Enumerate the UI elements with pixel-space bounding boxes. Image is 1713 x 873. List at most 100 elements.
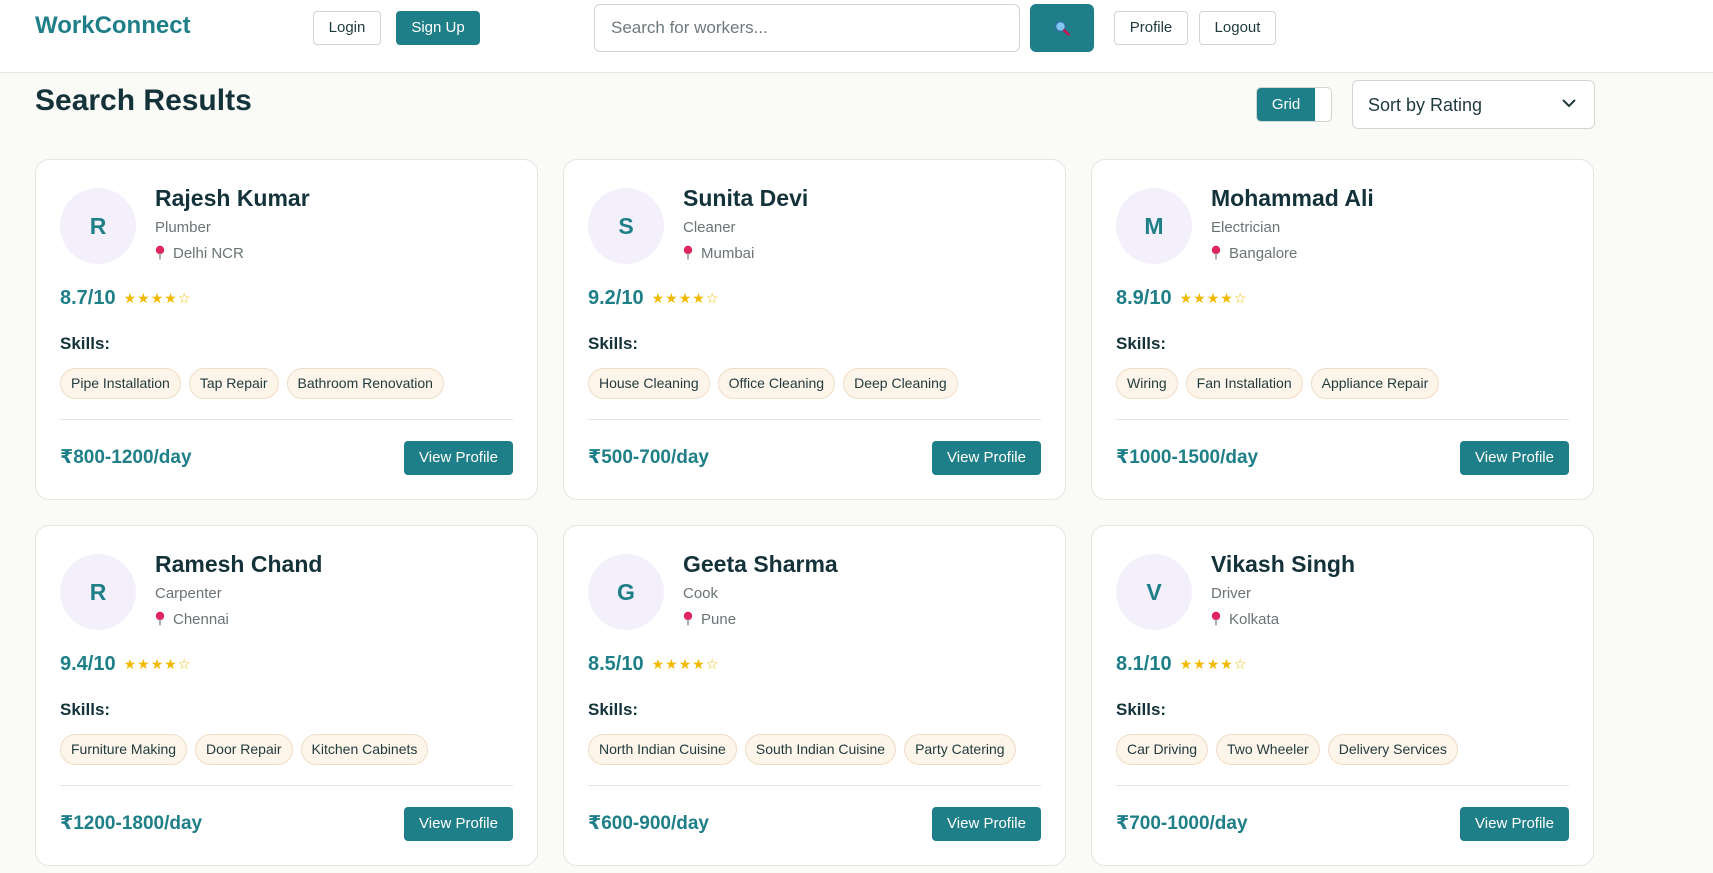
search-icon bbox=[1054, 20, 1070, 36]
skills-list: Car Driving Two Wheeler Delivery Service… bbox=[1116, 734, 1458, 765]
card-divider bbox=[60, 419, 513, 420]
worker-name[interactable]: Geeta Sharma bbox=[683, 551, 838, 578]
location-pin-icon bbox=[155, 611, 165, 626]
view-profile-button[interactable]: View Profile bbox=[1460, 807, 1569, 841]
worker-role: Driver bbox=[1211, 585, 1251, 602]
card-divider bbox=[1116, 785, 1569, 786]
rating-row: 8.9/10 ★★★★☆ bbox=[1116, 287, 1247, 310]
location-text: Kolkata bbox=[1229, 611, 1280, 628]
worker-card: V Vikash Singh Driver Kolkata 8.1/10 ★★★★… bbox=[1091, 525, 1594, 866]
chevron-down-icon bbox=[1562, 99, 1576, 108]
rating-row: 8.5/10 ★★★★☆ bbox=[588, 653, 719, 676]
skills-label: Skills: bbox=[60, 700, 111, 719]
skill-chip: House Cleaning bbox=[588, 368, 710, 399]
view-profile-button[interactable]: View Profile bbox=[932, 807, 1041, 841]
worker-location: Pune bbox=[683, 611, 736, 628]
sort-select[interactable]: Sort by Rating bbox=[1352, 80, 1595, 129]
star-rating-icon: ★★★★☆ bbox=[1179, 290, 1248, 307]
skills-list: Pipe Installation Tap Repair Bathroom Re… bbox=[60, 368, 444, 399]
worker-location: Bangalore bbox=[1211, 245, 1297, 262]
location-text: Chennai bbox=[173, 611, 229, 628]
search-button[interactable] bbox=[1030, 4, 1094, 52]
worker-name[interactable]: Mohammad Ali bbox=[1211, 185, 1374, 212]
skill-chip: Fan Installation bbox=[1185, 368, 1303, 399]
worker-name[interactable]: Vikash Singh bbox=[1211, 551, 1355, 578]
search-input[interactable] bbox=[594, 4, 1020, 52]
worker-name[interactable]: Ramesh Chand bbox=[155, 551, 322, 578]
view-toggle[interactable]: Grid bbox=[1256, 87, 1332, 122]
skill-chip: Wiring bbox=[1116, 368, 1178, 399]
skills-label: Skills: bbox=[1116, 334, 1167, 353]
worker-card: R Ramesh Chand Carpenter Chennai 9.4/10 ★… bbox=[35, 525, 538, 866]
rating-score: 8.1/10 bbox=[1116, 653, 1172, 675]
skills-label: Skills: bbox=[60, 334, 111, 353]
rating-row: 8.1/10 ★★★★☆ bbox=[1116, 653, 1247, 676]
brand-logo[interactable]: WorkConnect bbox=[35, 12, 191, 40]
star-rating-icon: ★★★★☆ bbox=[651, 656, 720, 673]
skills-label: Skills: bbox=[1116, 700, 1167, 719]
avatar: R bbox=[60, 188, 136, 264]
skill-chip: Deep Cleaning bbox=[843, 368, 958, 399]
login-button[interactable]: Login bbox=[313, 11, 381, 45]
price-rate: ₹1000-1500/day bbox=[1116, 447, 1259, 468]
skills-list: House Cleaning Office Cleaning Deep Clea… bbox=[588, 368, 958, 399]
rating-score: 8.9/10 bbox=[1116, 287, 1172, 309]
grid-view-button[interactable]: Grid bbox=[1257, 88, 1315, 121]
location-pin-icon bbox=[683, 611, 693, 626]
skill-chip: Pipe Installation bbox=[60, 368, 181, 399]
sort-selected-value: Sort by Rating bbox=[1368, 95, 1483, 115]
rating-row: 9.4/10 ★★★★☆ bbox=[60, 653, 191, 676]
worker-location: Delhi NCR bbox=[155, 245, 244, 262]
skill-chip: North Indian Cuisine bbox=[588, 734, 737, 765]
worker-role: Carpenter bbox=[155, 585, 222, 602]
location-text: Bangalore bbox=[1229, 245, 1298, 262]
skill-chip: Tap Repair bbox=[188, 368, 279, 399]
skills-list: Wiring Fan Installation Appliance Repair bbox=[1116, 368, 1440, 399]
location-pin-icon bbox=[155, 245, 165, 260]
worker-card: G Geeta Sharma Cook Pune 8.5/10 ★★★★☆ Ski… bbox=[563, 525, 1066, 866]
rating-score: 9.4/10 bbox=[60, 653, 116, 675]
avatar: R bbox=[60, 554, 136, 630]
worker-role: Electrician bbox=[1211, 219, 1281, 236]
profile-button[interactable]: Profile bbox=[1114, 11, 1188, 45]
rating-row: 8.7/10 ★★★★☆ bbox=[60, 287, 191, 310]
view-profile-button[interactable]: View Profile bbox=[404, 441, 513, 475]
location-text: Delhi NCR bbox=[173, 245, 244, 262]
avatar: G bbox=[588, 554, 664, 630]
location-pin-icon bbox=[683, 245, 693, 260]
location-pin-icon bbox=[1211, 245, 1221, 260]
top-navbar: WorkConnect Login Sign Up Profile Logout bbox=[0, 0, 1713, 73]
logout-button[interactable]: Logout bbox=[1199, 11, 1276, 45]
rating-score: 9.2/10 bbox=[588, 287, 644, 309]
skills-label: Skills: bbox=[588, 334, 639, 353]
worker-role: Cook bbox=[683, 585, 719, 602]
price-rate: ₹800-1200/day bbox=[60, 447, 192, 468]
price-rate: ₹500-700/day bbox=[588, 447, 709, 468]
skill-chip: Furniture Making bbox=[60, 734, 188, 765]
price-rate: ₹600-900/day bbox=[588, 813, 709, 834]
worker-name[interactable]: Rajesh Kumar bbox=[155, 185, 310, 212]
card-divider bbox=[60, 785, 513, 786]
view-profile-button[interactable]: View Profile bbox=[932, 441, 1041, 475]
worker-name[interactable]: Sunita Devi bbox=[683, 185, 808, 212]
skills-list: North Indian Cuisine South Indian Cuisin… bbox=[588, 734, 1016, 765]
star-rating-icon: ★★★★☆ bbox=[1179, 656, 1248, 673]
price-rate: ₹700-1000/day bbox=[1116, 813, 1248, 834]
view-profile-button[interactable]: View Profile bbox=[404, 807, 513, 841]
skill-chip: Two Wheeler bbox=[1216, 734, 1320, 765]
skill-chip: Delivery Services bbox=[1327, 734, 1458, 765]
skill-chip: Bathroom Renovation bbox=[286, 368, 444, 399]
avatar: S bbox=[588, 188, 664, 264]
view-profile-button[interactable]: View Profile bbox=[1460, 441, 1569, 475]
worker-role: Plumber bbox=[155, 219, 211, 236]
avatar: V bbox=[1116, 554, 1192, 630]
price-rate: ₹1200-1800/day bbox=[60, 813, 203, 834]
card-divider bbox=[1116, 419, 1569, 420]
worker-role: Cleaner bbox=[683, 219, 736, 236]
location-text: Pune bbox=[701, 611, 737, 628]
worker-card: S Sunita Devi Cleaner Mumbai 9.2/10 ★★★★☆… bbox=[563, 159, 1066, 500]
skill-chip: Kitchen Cabinets bbox=[300, 734, 429, 765]
star-rating-icon: ★★★★☆ bbox=[123, 290, 192, 307]
worker-card: M Mohammad Ali Electrician Bangalore 8.9… bbox=[1091, 159, 1594, 500]
signup-button[interactable]: Sign Up bbox=[396, 11, 480, 45]
